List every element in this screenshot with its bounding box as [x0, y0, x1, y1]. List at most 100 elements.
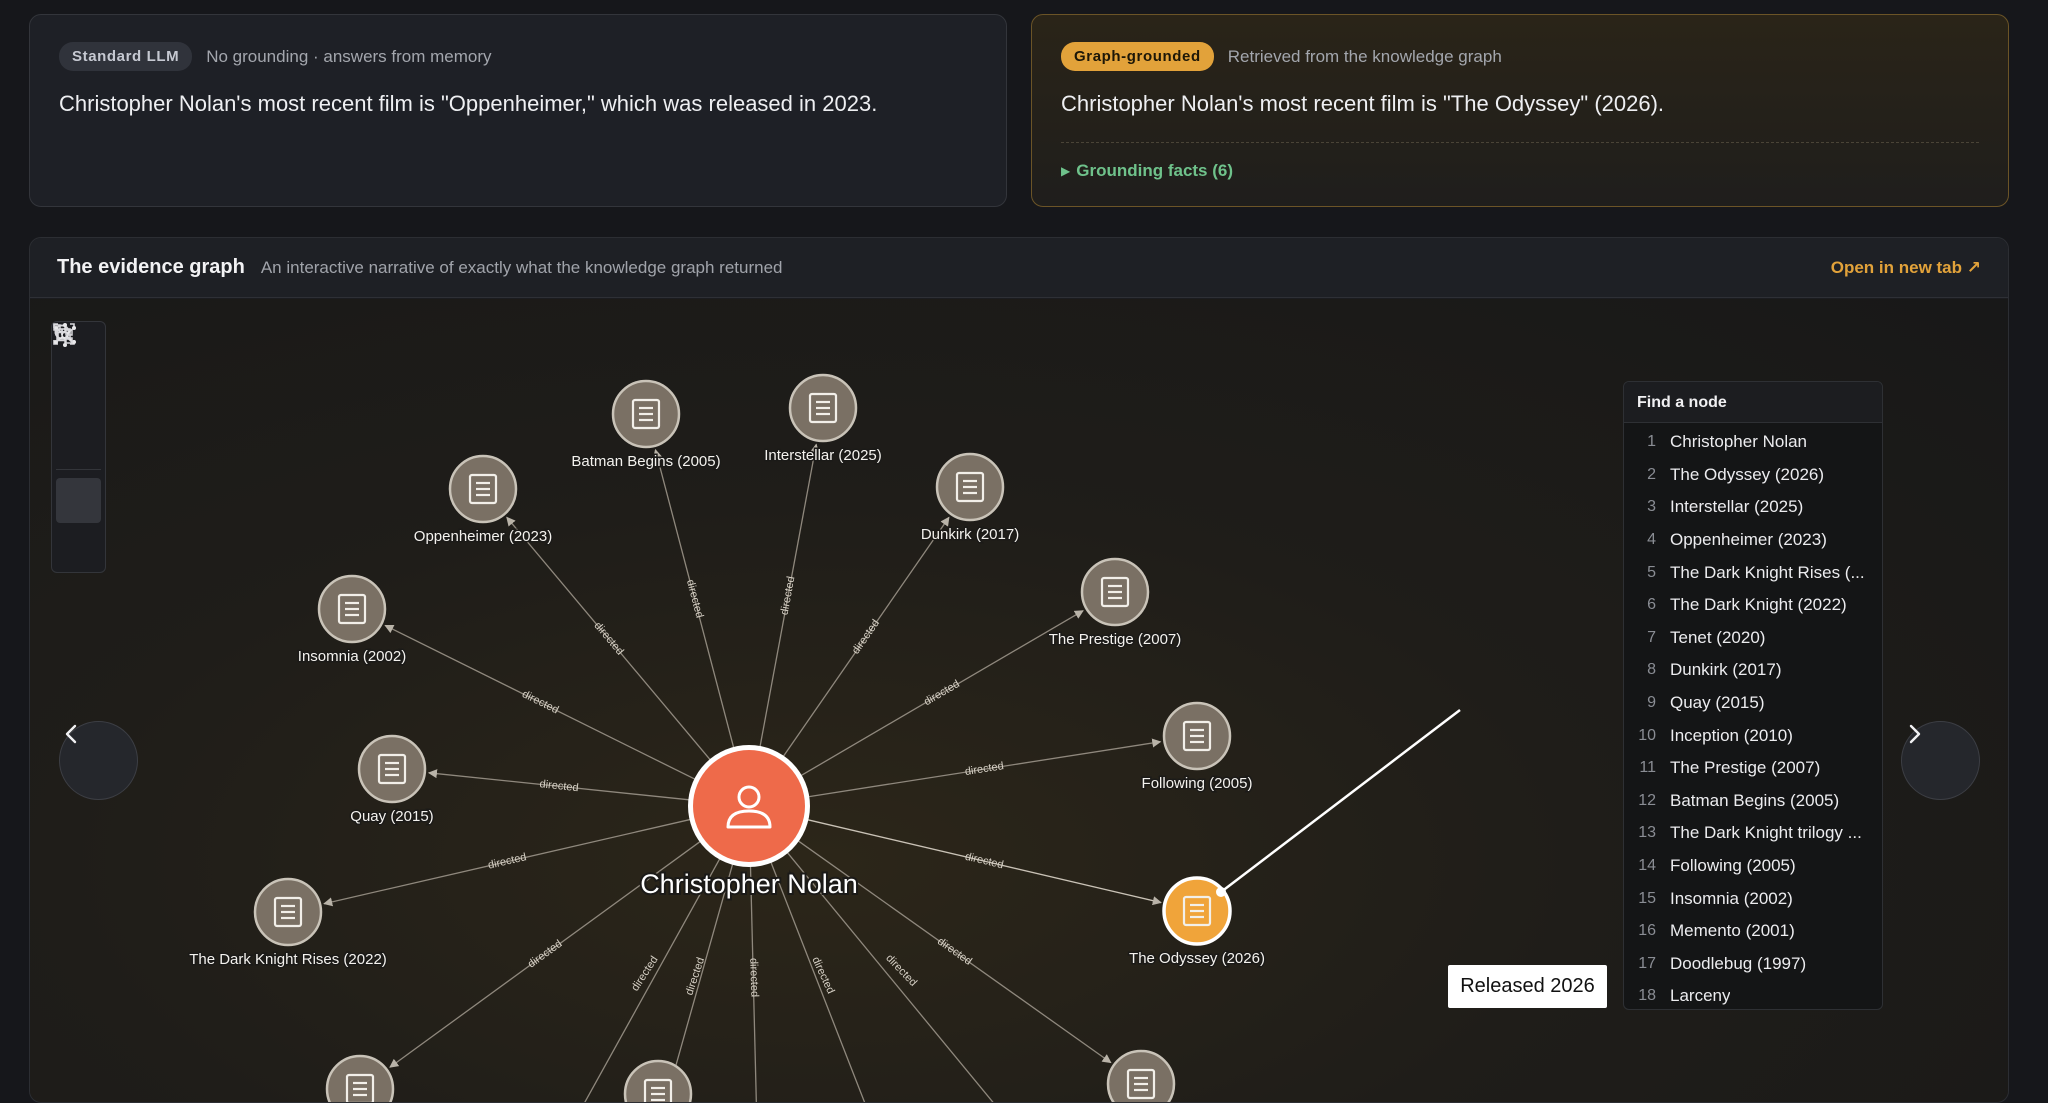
- find-node-item[interactable]: 11 The Prestige (2007): [1624, 752, 1882, 785]
- film-node[interactable]: Interstellar (2025): [763, 373, 883, 466]
- find-node-item[interactable]: 10 Inception (2010): [1624, 719, 1882, 752]
- nodes-layer: Batman Begins (2005) Interstellar (2025) O…: [188, 373, 1461, 1103]
- edge-label: directed: [883, 952, 919, 989]
- evidence-graph-panel: The evidence graph An interactive narrat…: [29, 237, 2009, 1103]
- evidence-graph-header: The evidence graph An interactive narrat…: [30, 238, 2008, 298]
- find-node-index: 8: [1647, 661, 1656, 679]
- graph-toolbar: [51, 321, 106, 573]
- grounding-facts-label: Grounding facts (6): [1076, 161, 1234, 180]
- grounded-badge-row: Graph-grounded Retrieved from the knowle…: [1061, 42, 1502, 71]
- find-node-index: 10: [1638, 726, 1656, 744]
- tree-layout-icon: [53, 324, 73, 344]
- find-node-name: Insomnia (2002): [1670, 888, 1793, 908]
- film-node-highlighted[interactable]: The Odyssey (2026): [1128, 876, 1266, 969]
- zoom-out-button[interactable]: [54, 324, 101, 461]
- find-node-list: 1 Christopher Nolan 2 The Odyssey (2026) 3 In…: [1624, 423, 1882, 1009]
- find-node-index: 11: [1639, 759, 1656, 777]
- fit-view-button[interactable]: [53, 323, 101, 416]
- find-node-index: 2: [1647, 465, 1656, 483]
- film-node-label: Dunkirk (2017): [921, 526, 1019, 543]
- edge-label: directed: [809, 955, 836, 996]
- find-node-item[interactable]: 5 The Dark Knight Rises (...: [1624, 556, 1882, 589]
- edge-label: directed: [520, 688, 560, 716]
- find-node-item[interactable]: 6 The Dark Knight (2022): [1624, 589, 1882, 622]
- film-node[interactable]: Dunkirk (2017): [919, 452, 1021, 545]
- edge-label: directed: [592, 620, 626, 658]
- find-node-item[interactable]: 13 The Dark Knight trilogy ...: [1624, 817, 1882, 850]
- callout-pointer: [1220, 709, 1461, 893]
- edge-label: directed: [526, 938, 565, 971]
- film-node-label: The Odyssey (2026): [1129, 950, 1265, 967]
- find-node-name: Doodlebug (1997): [1670, 953, 1807, 973]
- edge-label: directed: [779, 575, 798, 616]
- release-callout: Released 2026: [1448, 965, 1607, 1008]
- disclosure-triangle-icon: ▶: [1061, 164, 1071, 178]
- force-layout-button[interactable]: [54, 323, 101, 523]
- evidence-graph-subtitle: An interactive narrative of exactly what…: [260, 257, 783, 277]
- find-node-item[interactable]: 3 Interstellar (2025): [1624, 491, 1882, 524]
- film-node[interactable]: [623, 1059, 693, 1103]
- film-node[interactable]: Quay (2015): [349, 734, 435, 827]
- find-node-name: Memento (2001): [1670, 921, 1795, 941]
- standard-llm-badge: Standard LLM: [59, 42, 193, 71]
- find-node-panel: Find a node 1 Christopher Nolan 2 The Odyss…: [1623, 381, 1883, 1010]
- find-node-name: The Odyssey (2026): [1670, 464, 1825, 484]
- find-node-index: 4: [1647, 531, 1656, 549]
- edge-label: directed: [935, 935, 974, 967]
- find-node-item[interactable]: 4 Oppenheimer (2023): [1624, 524, 1882, 557]
- film-node[interactable]: The Dark Knight Rises (2022): [188, 877, 388, 970]
- film-node-label: Quay (2015): [350, 808, 433, 825]
- film-node-label: Oppenheimer (2023): [414, 528, 552, 545]
- find-node-index: 16: [1638, 922, 1656, 940]
- find-node-item[interactable]: 8 Dunkirk (2017): [1624, 654, 1882, 687]
- film-node-label: The Prestige (2007): [1049, 631, 1182, 648]
- open-in-new-tab-link[interactable]: Open in new tab ↗: [1831, 258, 1981, 278]
- find-node-item[interactable]: 12 Batman Begins (2005): [1624, 785, 1882, 818]
- find-node-item[interactable]: 7 Tenet (2020): [1624, 622, 1882, 655]
- film-node-label: Interstellar (2025): [764, 447, 882, 464]
- find-node-item[interactable]: 16 Memento (2001): [1624, 915, 1882, 948]
- film-node[interactable]: The Prestige (2007): [1047, 557, 1183, 650]
- find-node-name: Tenet (2020): [1670, 627, 1766, 647]
- previous-step-button[interactable]: [59, 721, 138, 800]
- find-node-index: 3: [1647, 498, 1656, 516]
- graph-grounded-card: Graph-grounded Retrieved from the knowle…: [1031, 14, 2009, 207]
- edge-label: directed: [964, 851, 1005, 872]
- toolbar-divider: [56, 469, 101, 470]
- film-node[interactable]: Following (2005): [1140, 701, 1254, 794]
- find-node-name: Oppenheimer (2023): [1670, 530, 1827, 550]
- find-node-name: Larceny: [1670, 986, 1731, 1006]
- film-node[interactable]: The Dark Knight (2022): [1063, 1049, 1219, 1103]
- graph-grounded-badge: Graph-grounded: [1061, 42, 1214, 71]
- film-node[interactable]: The Dark Knight trilogy (2005): [260, 1054, 460, 1103]
- find-node-name: The Dark Knight trilogy ...: [1670, 823, 1862, 843]
- find-node-index: 5: [1647, 563, 1656, 581]
- find-node-name: Following (2005): [1670, 856, 1796, 876]
- find-node-item[interactable]: 2 The Odyssey (2026): [1624, 459, 1882, 492]
- find-node-item[interactable]: 9 Quay (2015): [1624, 687, 1882, 720]
- find-node-index: 7: [1647, 628, 1656, 646]
- film-node[interactable]: Insomnia (2002): [296, 574, 408, 667]
- next-step-button[interactable]: [1901, 721, 1980, 800]
- standard-llm-note: No grounding · answers from memory: [206, 46, 492, 66]
- tree-layout-button[interactable]: [53, 324, 101, 568]
- film-node[interactable]: Batman Begins (2005): [570, 379, 722, 472]
- graph-canvas[interactable]: directed directed directed directed directed…: [30, 299, 2008, 1103]
- edge-label: directed: [487, 851, 528, 871]
- find-node-title: Find a node: [1624, 382, 1882, 423]
- grounding-facts-toggle[interactable]: ▶ Grounding facts (6): [1061, 161, 1233, 181]
- find-node-item[interactable]: 15 Insomnia (2002): [1624, 882, 1882, 915]
- find-node-name: The Dark Knight Rises (...: [1670, 562, 1865, 582]
- find-node-item[interactable]: 18 Larceny: [1624, 980, 1882, 1009]
- evidence-graph-title: The evidence graph: [57, 256, 245, 278]
- standard-badge-row: Standard LLM No grounding · answers from…: [59, 42, 492, 71]
- find-node-name: The Dark Knight (2022): [1670, 595, 1847, 615]
- find-node-item[interactable]: 14 Following (2005): [1624, 850, 1882, 883]
- find-node-item[interactable]: 17 Doodlebug (1997): [1624, 948, 1882, 981]
- callout-pointer-dot: [1216, 887, 1226, 897]
- edge-label: directed: [964, 760, 1005, 778]
- find-node-item[interactable]: 1 Christopher Nolan: [1624, 426, 1882, 459]
- film-node-label: Insomnia (2002): [298, 648, 406, 665]
- find-node-index: 6: [1647, 596, 1656, 614]
- film-node[interactable]: Oppenheimer (2023): [412, 454, 554, 547]
